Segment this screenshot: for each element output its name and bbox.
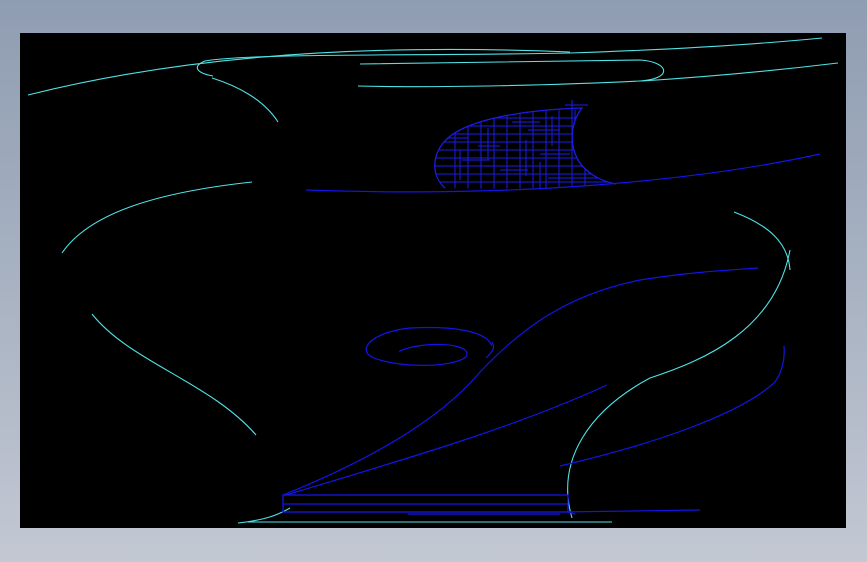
canvas-background <box>20 33 846 528</box>
cad-drawing-canvas[interactable] <box>20 33 846 528</box>
